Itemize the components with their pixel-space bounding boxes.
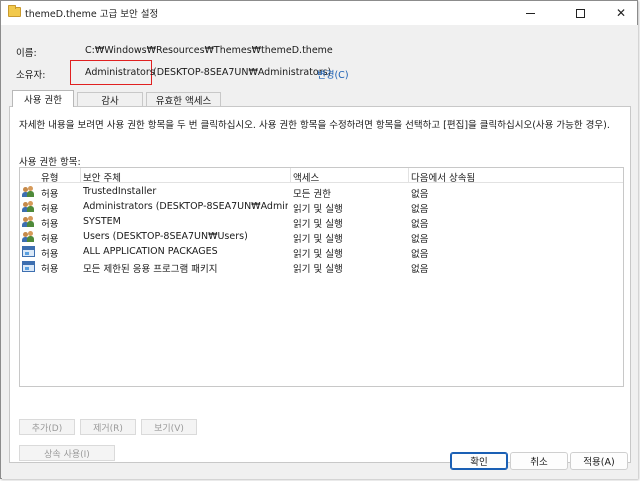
package-icon [22,246,35,257]
row-principal: 모든 제한된 응용 프로그램 패키지 [83,264,218,275]
row-principal: TrustedInstaller [83,186,157,197]
table-row[interactable]: 허용 SYSTEM 읽기 및 실행 없음 [20,214,623,230]
name-label: 이름: [16,48,37,59]
users-icon [22,216,35,228]
row-principal: Users (DESKTOP-8SEA7UN₩Users) [83,231,248,242]
permission-entries-table[interactable]: 유형 보안 주체 액세스 다음에서 상속됨 허용 TrustedInstalle… [19,167,624,387]
title-bar[interactable]: themeD.theme 고급 보안 설정 ✕ [1,1,637,25]
row-access: 읽기 및 실행 [293,219,343,230]
permissions-panel: 자세한 내용을 보려면 사용 권한 항목을 두 번 클릭하십시오. 사용 권한 … [9,106,631,463]
table-row[interactable]: 허용 Administrators (DESKTOP-8SEA7UN₩Admin… [20,199,623,215]
column-divider[interactable] [290,168,291,183]
maximize-button[interactable] [558,1,602,25]
tab-auditing[interactable]: 감사 [77,92,143,107]
table-row[interactable]: 허용 ALL APPLICATION PACKAGES 읽기 및 실행 없음 [20,244,623,260]
owner-label: 소유자: [16,70,46,81]
row-principal: SYSTEM [83,216,121,227]
table-row[interactable]: 허용 모든 제한된 응용 프로그램 패키지 읽기 및 실행 없음 [20,259,623,275]
close-button[interactable]: ✕ [599,1,640,25]
owner-name: Administrators [85,67,155,78]
row-access: 모든 권한 [293,189,331,200]
row-inherited-from: 없음 [411,189,429,200]
close-icon: ✕ [615,6,627,20]
permission-entries-label: 사용 권한 항목: [19,157,81,168]
enable-inheritance-button[interactable]: 상속 사용(I) [19,445,115,461]
permissions-description: 자세한 내용을 보려면 사용 권한 항목을 두 번 클릭하십시오. 사용 권한 … [19,120,610,131]
column-header-type[interactable]: 유형 [41,170,58,184]
users-icon [22,231,35,243]
row-type: 허용 [41,219,59,230]
row-principal: Administrators (DESKTOP-8SEA7UN₩Administ… [83,201,288,212]
folder-icon [8,5,21,17]
ok-button[interactable]: 확인 [450,452,508,470]
row-principal: ALL APPLICATION PACKAGES [83,246,218,257]
column-header-access[interactable]: 액세스 [293,170,319,184]
file-path-value: C:₩Windows₩Resources₩Themes₩themeD.theme [85,45,333,56]
row-inherited-from: 없음 [411,234,429,245]
column-divider[interactable] [408,168,409,183]
tab-effective-access[interactable]: 유효한 액세스 [146,92,221,107]
remove-button[interactable]: 제거(R) [80,419,136,435]
cancel-button[interactable]: 취소 [510,452,568,470]
column-divider[interactable] [80,168,81,183]
row-access: 읽기 및 실행 [293,264,343,275]
row-type: 허용 [41,204,59,215]
row-inherited-from: 없음 [411,264,429,275]
column-header-principal[interactable]: 보안 주체 [83,170,121,184]
row-access: 읽기 및 실행 [293,249,343,260]
minimize-button[interactable] [508,1,552,25]
users-icon [22,201,35,213]
tab-permissions[interactable]: 사용 권한 [12,90,74,107]
row-access: 읽기 및 실행 [293,234,343,245]
owner-account: (DESKTOP-8SEA7UN₩Administrators) [153,67,332,78]
window-title: themeD.theme 고급 보안 설정 [25,9,159,20]
change-owner-link[interactable]: 변경(C) [317,67,349,81]
dialog-content: 이름: C:₩Windows₩Resources₩Themes₩themeD.t… [2,25,638,479]
table-row[interactable]: 허용 TrustedInstaller 모든 권한 없음 [20,184,623,200]
column-header-inherited-from[interactable]: 다음에서 상속됨 [411,170,475,184]
view-button[interactable]: 보기(V) [141,419,197,435]
minimize-icon [525,12,535,14]
row-type: 허용 [41,234,59,245]
table-header: 유형 보안 주체 액세스 다음에서 상속됨 [20,168,623,184]
add-button[interactable]: 추가(D) [19,419,75,435]
row-type: 허용 [41,249,59,260]
users-icon [22,186,35,198]
row-access: 읽기 및 실행 [293,204,343,215]
package-icon [22,261,35,272]
maximize-icon [575,8,585,18]
advanced-security-window: themeD.theme 고급 보안 설정 ✕ 이름: C:₩Windows₩R… [0,0,638,479]
row-type: 허용 [41,264,59,275]
row-inherited-from: 없음 [411,204,429,215]
row-inherited-from: 없음 [411,249,429,260]
row-inherited-from: 없음 [411,219,429,230]
table-row[interactable]: 허용 Users (DESKTOP-8SEA7UN₩Users) 읽기 및 실행… [20,229,623,245]
apply-button[interactable]: 적용(A) [570,452,628,470]
row-type: 허용 [41,189,59,200]
